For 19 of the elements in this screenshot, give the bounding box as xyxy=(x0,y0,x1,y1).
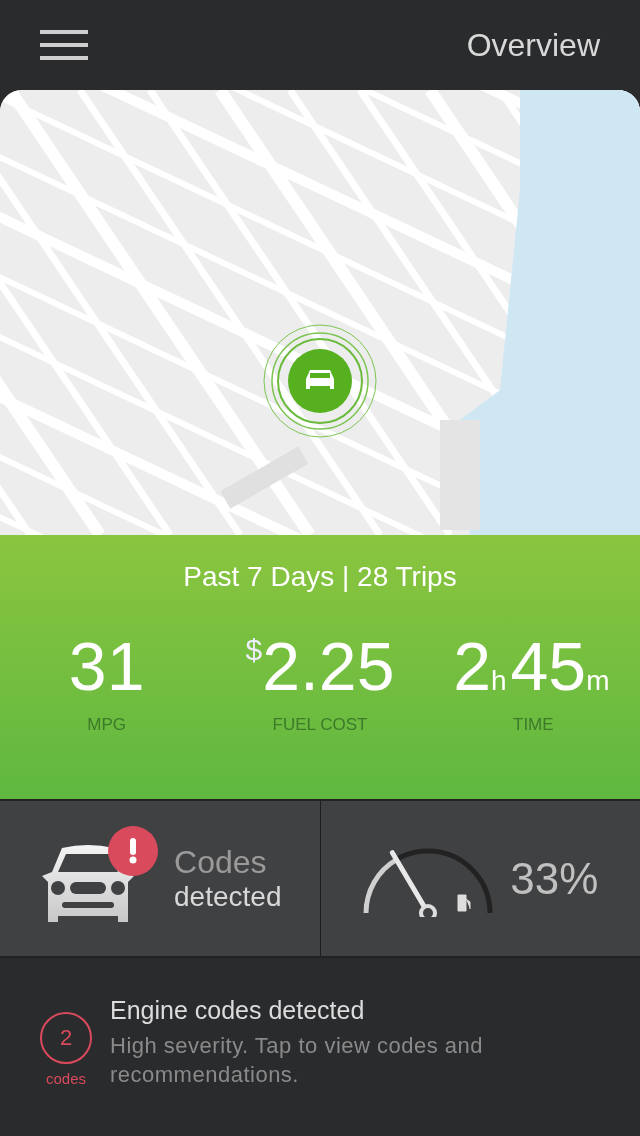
codes-label: Codes xyxy=(174,844,268,881)
alert-title: Engine codes detected xyxy=(110,996,366,1025)
stat-value: 2h 45m xyxy=(453,627,611,705)
stat-label: FUEL COST xyxy=(272,715,368,735)
code-count: 2 xyxy=(40,1012,92,1064)
stat-label: TIME xyxy=(513,715,554,735)
car-location-marker[interactable] xyxy=(262,323,378,439)
fuel-reading: 33% xyxy=(510,853,599,904)
alert-description: High severity. Tap to view codes and recommendations. xyxy=(110,1032,485,1089)
fuel-tile[interactable]: 33% xyxy=(319,801,640,956)
menu-icon[interactable] xyxy=(40,29,88,61)
stat-value: $2.25 xyxy=(245,627,395,705)
stat-label: MPG xyxy=(87,715,127,735)
period-summary: Past 7 Days | 28 Trips xyxy=(183,561,457,593)
codes-sublabel: detected xyxy=(174,881,282,913)
codes-tile[interactable]: Codes detected xyxy=(0,801,320,956)
stat-value: 31 xyxy=(68,627,145,705)
page-title: Overview xyxy=(466,26,600,64)
code-count-label: codes xyxy=(46,1070,86,1087)
